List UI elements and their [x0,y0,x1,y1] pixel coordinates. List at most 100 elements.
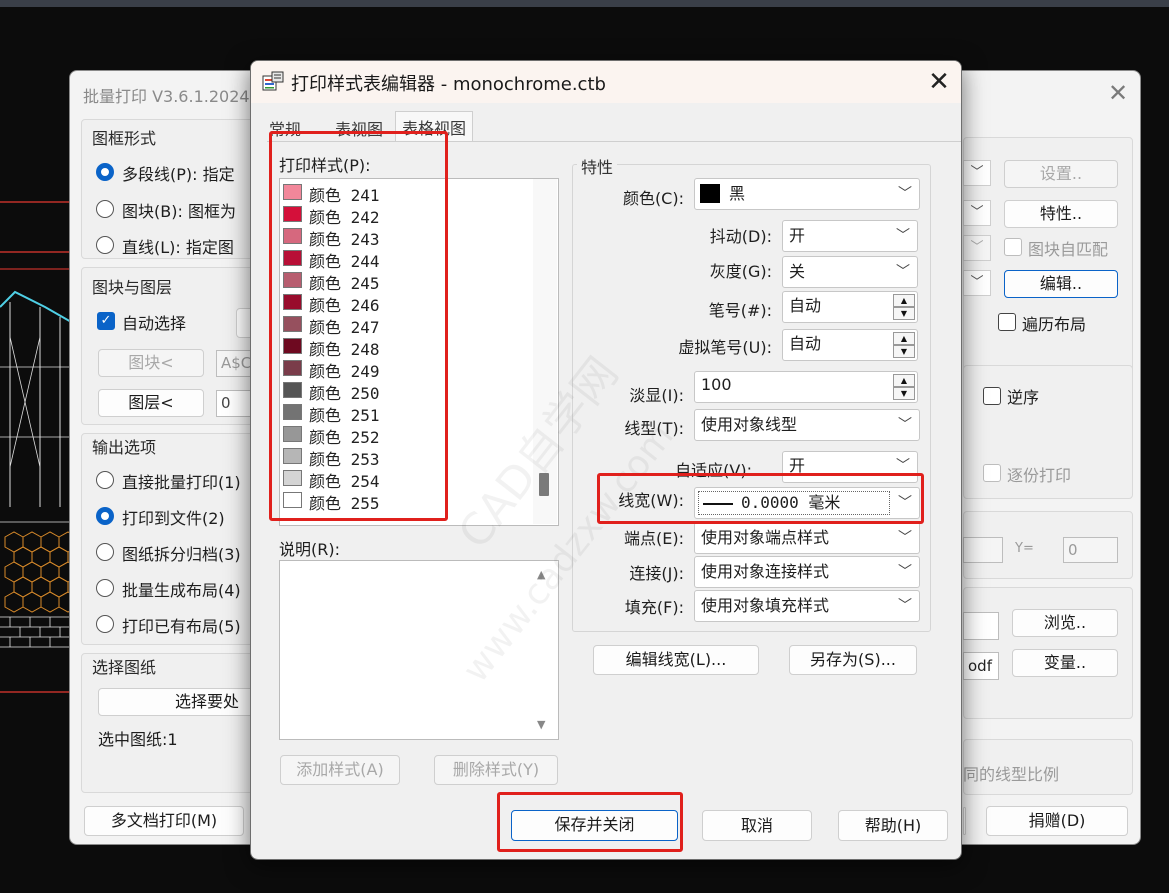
radio-block-label: 图块(B): 图框为 [122,202,236,221]
reverse-order-checkbox[interactable] [983,387,1001,405]
dither-dropdown[interactable]: 开 ﹀ [782,220,918,252]
radio-block[interactable] [96,200,114,218]
chevron-down-icon: ﹀ [898,186,912,202]
pen-number-spinner[interactable]: 自动 ▲ ▼ [782,291,918,323]
virtual-pen-value: 自动 [789,334,822,353]
radio-polyline[interactable] [96,163,114,181]
y-offset-field[interactable]: 0 [1063,537,1118,563]
variables-button[interactable]: 变量.. [1012,649,1118,677]
endstyle-value: 使用对象端点样式 [701,528,830,547]
grayscale-value: 关 [789,262,806,281]
pen-number-label: 笔号(#): [708,301,772,320]
chevron-down-icon[interactable]: ﹀ [963,235,991,261]
radio-print-to-file[interactable] [96,507,114,525]
radio-line-label: 直线(L): 指定图 [122,238,234,257]
spin-down-icon[interactable]: ▼ [893,387,915,400]
radio-split-archive-label: 图纸拆分归档(3) [122,545,241,564]
pick-block-button[interactable]: 图块< [98,349,204,377]
linetype-value: 使用对象线型 [701,415,798,434]
radio-existing-layout[interactable] [96,615,114,633]
virtual-pen-spinner[interactable]: 自动 ▲ ▼ [782,329,918,361]
plot-style-editor-icon [262,71,284,91]
spin-down-icon[interactable]: ▼ [893,345,915,358]
add-style-button[interactable]: 添加样式(A) [280,755,400,785]
y-offset-label: Y= [1015,541,1034,556]
auto-select-label: 自动选择 [122,314,187,333]
cancel-button[interactable]: 取消 [702,810,812,841]
print-by-copy-label: 逐份打印 [1007,466,1072,485]
radio-line[interactable] [96,236,114,254]
dither-value: 开 [789,226,806,245]
chevron-down-icon: ﹀ [896,264,910,280]
x-offset-field[interactable] [963,537,1003,563]
joinstyle-dropdown[interactable]: 使用对象连接样式 ﹀ [694,556,920,588]
color-value: 黑 [729,184,746,203]
multi-document-print-button[interactable]: 多文档打印(M) [84,806,244,836]
chevron-down-icon[interactable]: ﹀ [963,160,991,186]
close-icon[interactable]: ✕ [1102,79,1134,107]
batch-print-title: 批量打印 V3.6.1.2024 [83,87,250,106]
browse-button[interactable]: 浏览.. [1012,609,1118,637]
pen-number-value: 自动 [789,296,822,315]
settings-button[interactable]: 设置.. [1004,160,1118,188]
description-label: 说明(R): [279,540,340,559]
joinstyle-value: 使用对象连接样式 [701,562,830,581]
save-as-button[interactable]: 另存为(S)... [789,645,917,675]
properties-button[interactable]: 特性.. [1004,200,1118,228]
frame-type-heading: 图框形式 [92,129,157,148]
reverse-order-label: 逆序 [1007,388,1040,407]
virtual-pen-label: 虚拟笔号(U): [678,338,772,357]
output-options-heading: 输出选项 [92,438,157,457]
chevron-down-icon[interactable]: ﹀ [963,270,991,296]
delete-style-button[interactable]: 删除样式(Y) [434,755,558,785]
fill-label: 填充(F): [624,598,684,617]
spin-up-icon[interactable]: ▲ [893,332,915,345]
spin-up-icon[interactable]: ▲ [893,374,915,387]
radio-print-to-file-label: 打印到文件(2) [122,509,225,528]
chevron-down-icon: ﹀ [898,564,912,580]
auto-select-checkbox[interactable]: ✓ [97,312,115,330]
radio-generate-layout[interactable] [96,579,114,597]
spin-up-icon[interactable]: ▲ [893,294,915,307]
linetype-dropdown[interactable]: 使用对象线型 ﹀ [694,409,920,441]
pick-layer-button[interactable]: 图层< [98,389,204,417]
close-icon[interactable]: ✕ [921,66,957,98]
grayscale-label: 灰度(G): [709,262,772,281]
selected-count: 选中图纸:1 [98,730,178,749]
grayscale-dropdown[interactable]: 关 ﹀ [782,256,918,288]
fill-dropdown[interactable]: 使用对象填充样式 ﹀ [694,590,920,622]
radio-generate-layout-label: 批量生成布局(4) [122,581,241,600]
properties-heading: 特性 [577,154,618,178]
block-layer-heading: 图块与图层 [92,278,173,297]
radio-split-archive[interactable] [96,543,114,561]
radio-existing-layout-label: 打印已有布局(5) [122,617,241,636]
screening-spinner[interactable]: 100 ▲ ▼ [694,371,918,403]
chevron-down-icon: ﹀ [898,530,912,546]
output-path-field[interactable] [963,612,999,640]
color-label: 颜色(C): [622,189,684,208]
color-dropdown[interactable]: 黑 ﹀ [694,178,920,210]
endstyle-dropdown[interactable]: 使用对象端点样式 ﹀ [694,522,920,554]
donate-button[interactable]: 捐赠(D) [986,806,1128,836]
traverse-layout-label: 遍历布局 [1022,315,1087,334]
select-sheets-heading: 选择图纸 [92,658,157,677]
traverse-layout-checkbox[interactable] [998,313,1016,331]
edit-button[interactable]: 编辑.. [1004,270,1118,298]
chevron-down-icon: ﹀ [898,417,912,433]
file-format-field[interactable]: odf [963,652,999,680]
scroll-down-arrow-icon[interactable]: ▼ [537,718,545,731]
hidden-button-edge[interactable] [963,807,966,835]
radio-polyline-label: 多段线(P): 指定 [122,165,235,184]
block-auto-match-checkbox[interactable] [1004,238,1022,256]
radio-direct-print[interactable] [96,471,114,489]
help-button[interactable]: 帮助(H) [838,810,948,841]
linetype-scale-label: 同的线型比例 [963,765,1060,784]
edit-lineweight-button[interactable]: 编辑线宽(L)... [593,645,759,675]
chevron-down-icon[interactable]: ﹀ [963,200,991,226]
select-sheets-button[interactable]: 选择要处 [98,688,268,716]
fill-value: 使用对象填充样式 [701,596,830,615]
highlight-style-list [269,131,448,521]
spin-down-icon[interactable]: ▼ [893,307,915,320]
screening-value: 100 [701,375,732,394]
print-by-copy-checkbox[interactable] [983,464,1001,482]
